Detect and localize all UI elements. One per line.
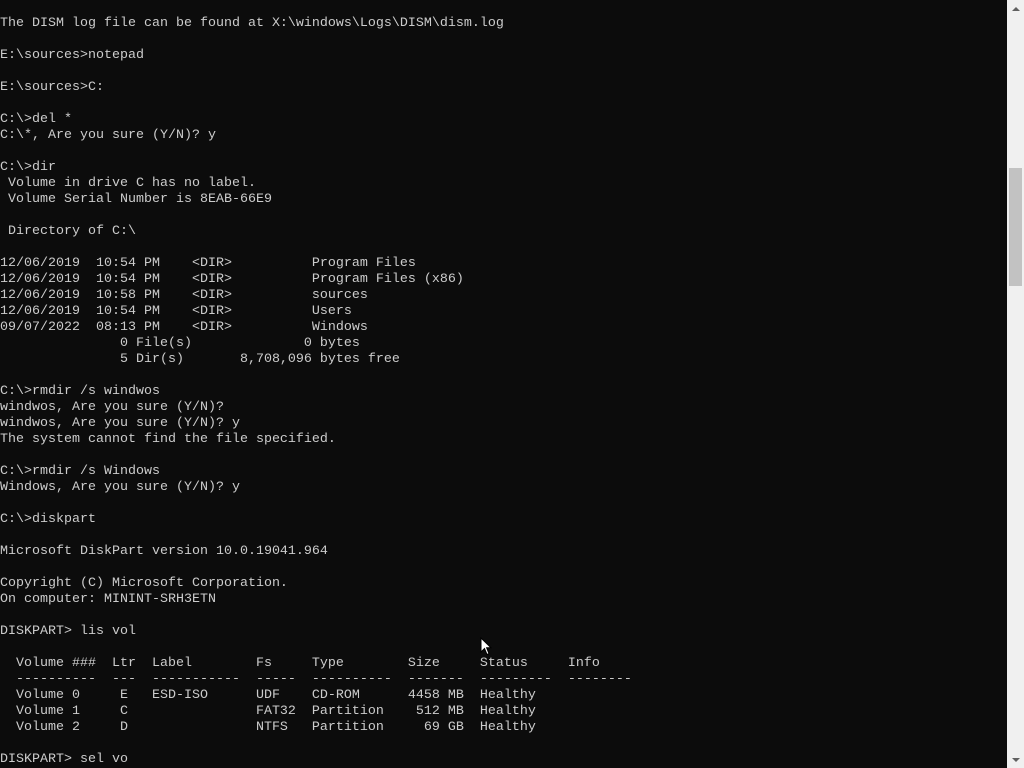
arrow-down-icon <box>1011 757 1020 762</box>
console-line: C:\>rmdir /s windwos <box>0 384 160 399</box>
console-line: On computer: MININT-SRH3ETN <box>0 592 216 607</box>
console-line: ---------- --- ----------- ----- -------… <box>0 672 632 687</box>
console-line: C:\>dir <box>0 160 56 175</box>
console-line: C:\>rmdir /s Windows <box>0 464 160 479</box>
console-line: Volume 1 C FAT32 Partition 512 MB Health… <box>0 704 536 719</box>
console-line: C:\>diskpart <box>0 512 96 527</box>
scroll-thumb[interactable] <box>1009 168 1022 286</box>
console-output[interactable]: The DISM log file can be found at X:\win… <box>0 16 632 768</box>
console-line: Volume in drive C has no label. <box>0 176 256 191</box>
console-line: Directory of C:\ <box>0 224 136 239</box>
mouse-pointer-icon <box>480 637 492 656</box>
console-line: DISKPART> sel vo <box>0 752 128 767</box>
console-line: 5 Dir(s) 8,708,096 bytes free <box>0 352 400 367</box>
console-line: The system cannot find the file specifie… <box>0 432 336 447</box>
console-line: windwos, Are you sure (Y/N)? y <box>0 416 240 431</box>
console-line: 12/06/2019 10:58 PM <DIR> sources <box>0 288 368 303</box>
console-line: Windows, Are you sure (Y/N)? y <box>0 480 240 495</box>
console-line: Volume 0 E ESD-ISO UDF CD-ROM 4458 MB He… <box>0 688 536 703</box>
console-line: C:\>del * <box>0 112 72 127</box>
console-line: E:\sources>C: <box>0 80 104 95</box>
console-line: The DISM log file can be found at X:\win… <box>0 16 504 31</box>
console-line: C:\*, Are you sure (Y/N)? y <box>0 128 216 143</box>
console-line: Microsoft DiskPart version 10.0.19041.96… <box>0 544 328 559</box>
console-line: 09/07/2022 08:13 PM <DIR> Windows <box>0 320 368 335</box>
vertical-scrollbar[interactable] <box>1007 0 1024 768</box>
console-line: 12/06/2019 10:54 PM <DIR> Users <box>0 304 352 319</box>
console-line: Volume ### Ltr Label Fs Type Size Status… <box>0 656 600 671</box>
console-line: DISKPART> lis vol <box>0 624 136 639</box>
scroll-down-button[interactable] <box>1007 751 1024 768</box>
console-line: Volume Serial Number is 8EAB-66E9 <box>0 192 272 207</box>
console-line: 0 File(s) 0 bytes <box>0 336 360 351</box>
console-line: Volume 2 D NTFS Partition 69 GB Healthy <box>0 720 536 735</box>
console-window[interactable]: The DISM log file can be found at X:\win… <box>0 0 1007 768</box>
console-line: Copyright (C) Microsoft Corporation. <box>0 576 288 591</box>
scroll-up-button[interactable] <box>1007 0 1024 17</box>
console-line: windwos, Are you sure (Y/N)? <box>0 400 224 415</box>
console-line: 12/06/2019 10:54 PM <DIR> Program Files … <box>0 272 464 287</box>
arrow-up-icon <box>1011 6 1020 11</box>
console-line: E:\sources>notepad <box>0 48 144 63</box>
console-line: 12/06/2019 10:54 PM <DIR> Program Files <box>0 256 416 271</box>
